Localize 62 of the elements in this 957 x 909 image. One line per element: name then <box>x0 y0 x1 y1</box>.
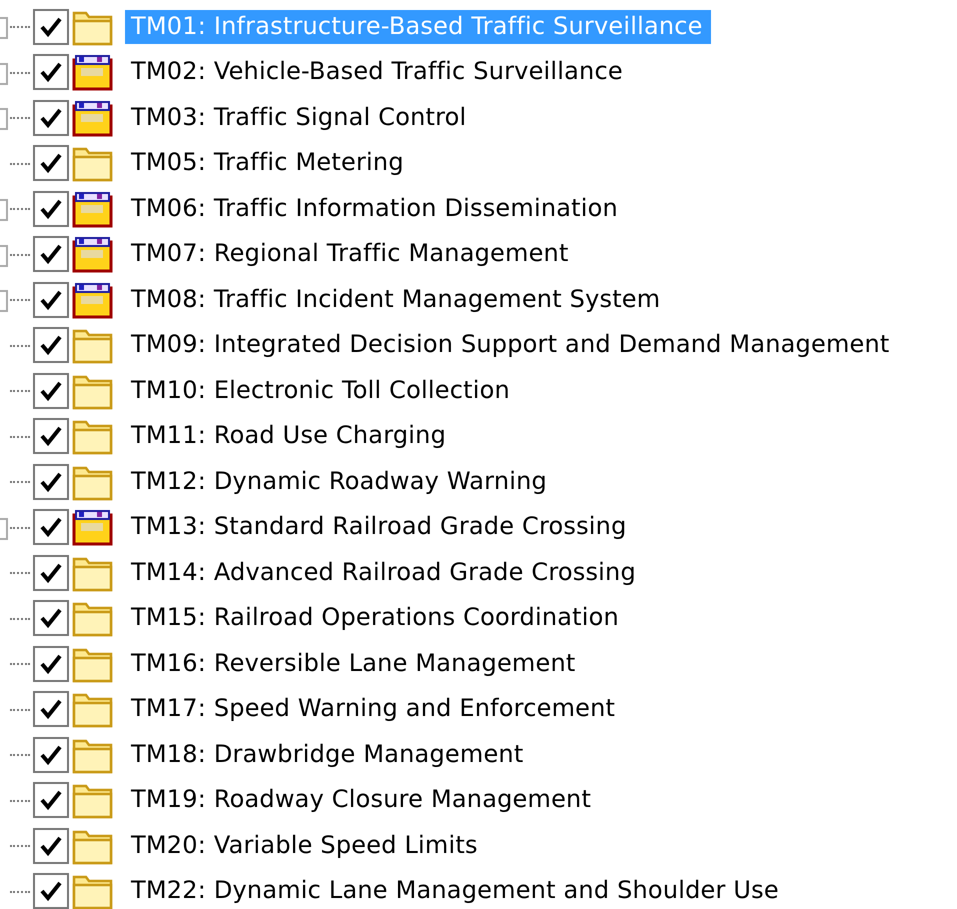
checkbox[interactable] <box>33 691 69 728</box>
tree-item-label[interactable]: TM02: Vehicle-Based Traffic Surveillance <box>125 55 631 90</box>
checkmark-icon <box>39 243 63 266</box>
tree-item-label[interactable]: TM20: Variable Speed Limits <box>125 828 486 863</box>
checkmark-icon <box>39 789 63 812</box>
checkmark-icon <box>39 698 63 720</box>
checkmark-icon <box>39 106 63 129</box>
tree-item-label[interactable]: TM17: Speed Warning and Enforcement <box>125 692 624 726</box>
tree-item-label[interactable]: TM05: Traffic Metering <box>125 146 412 180</box>
checkmark-icon <box>39 652 63 675</box>
tree-item-label[interactable]: TM13: Standard Railroad Grade Crossing <box>125 510 635 544</box>
checkbox[interactable] <box>33 54 69 90</box>
tree-item-label[interactable]: TM08: Traffic Incident Management System <box>125 282 668 317</box>
tree-item-label[interactable]: TM19: Roadway Closure Management <box>125 783 600 818</box>
checkmark-icon <box>39 380 63 402</box>
tree-item-label[interactable]: TM10: Electronic Toll Collection <box>125 374 518 408</box>
tree-item-label[interactable]: TM07: Regional Traffic Management <box>125 237 577 272</box>
package-icon <box>71 52 115 92</box>
checkbox[interactable] <box>33 782 69 818</box>
tree-item-label[interactable]: TM09: Integrated Decision Support and Demand Management <box>125 328 898 362</box>
checkbox[interactable] <box>33 554 69 591</box>
tree-item-label[interactable]: TM16: Reversible Lane Management <box>125 646 584 681</box>
checkbox[interactable] <box>33 236 69 272</box>
checkbox[interactable] <box>33 418 69 454</box>
package-icon <box>71 234 115 274</box>
checkbox[interactable] <box>33 327 69 364</box>
checkmark-icon <box>39 607 63 630</box>
checkmark-icon <box>39 880 63 902</box>
checkbox[interactable] <box>33 145 69 182</box>
checkmark-icon <box>39 744 63 766</box>
tree-item-label[interactable]: TM03: Traffic Signal Control <box>125 100 474 135</box>
checkmark-icon <box>39 834 63 857</box>
checkbox[interactable] <box>33 873 69 909</box>
tree-item-label[interactable]: TM12: Dynamic Roadway Warning <box>125 464 555 499</box>
tree-item-label[interactable]: TM06: Traffic Information Dissemination <box>125 192 626 226</box>
checkbox[interactable] <box>33 8 69 45</box>
checkbox[interactable] <box>33 100 69 136</box>
checkbox[interactable] <box>33 190 69 227</box>
checkmark-icon <box>39 61 63 84</box>
checkbox[interactable] <box>33 282 69 318</box>
checkbox[interactable] <box>33 509 69 546</box>
checkbox[interactable] <box>33 646 69 682</box>
checkmark-icon <box>39 152 63 174</box>
tree-item-label[interactable]: TM11: Road Use Charging <box>125 419 454 454</box>
tree-item-label[interactable]: TM15: Railroad Operations Coordination <box>125 601 627 636</box>
package-icon <box>71 507 115 548</box>
checkbox[interactable] <box>33 464 69 500</box>
tree-item-label[interactable]: TM14: Advanced Railroad Grade Crossing <box>125 556 644 590</box>
checkmark-icon <box>39 470 63 493</box>
checkmark-icon <box>39 288 63 311</box>
checkmark-icon <box>39 516 63 538</box>
checkmark-icon <box>39 16 63 38</box>
checkmark-icon <box>39 198 63 220</box>
tree-item-label[interactable]: TM22: Dynamic Lane Management and Shoulder Use <box>125 874 787 908</box>
checkbox[interactable] <box>33 736 69 773</box>
checkbox[interactable] <box>33 372 69 409</box>
checkbox[interactable] <box>33 600 69 636</box>
checkmark-icon <box>39 334 63 356</box>
tree-item-label[interactable]: TM18: Drawbridge Management <box>125 738 532 772</box>
checkbox[interactable] <box>33 828 69 864</box>
checkmark-icon <box>39 425 63 448</box>
checkmark-icon <box>39 562 63 584</box>
